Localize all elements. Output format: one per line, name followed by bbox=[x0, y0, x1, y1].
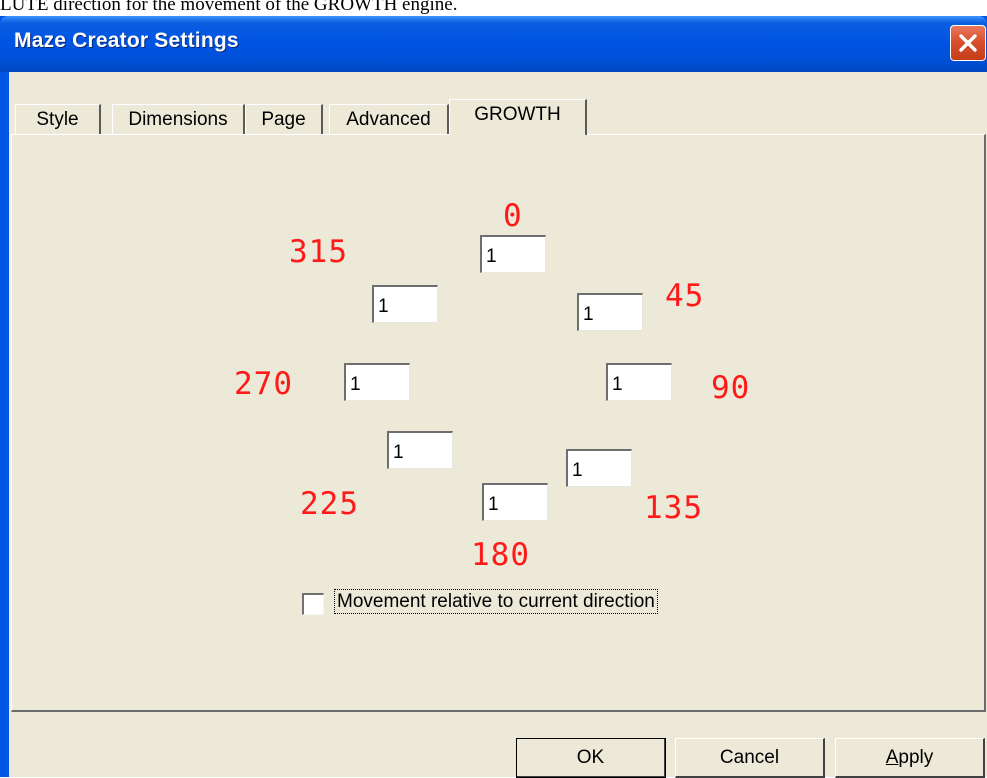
apply-mnemonic: A bbox=[885, 747, 899, 768]
apply-label-rest: pply bbox=[898, 747, 934, 768]
ok-button[interactable]: OK bbox=[516, 738, 666, 778]
close-button[interactable] bbox=[950, 25, 986, 61]
relative-movement-checkbox[interactable] bbox=[302, 593, 324, 615]
weight-input-0[interactable] bbox=[480, 235, 546, 273]
weight-input-90[interactable] bbox=[606, 363, 672, 401]
title-bar[interactable]: Maze Creator Settings bbox=[0, 16, 987, 72]
weight-input-270[interactable] bbox=[344, 363, 410, 401]
weight-input-45[interactable] bbox=[577, 293, 643, 331]
direction-label-90: 90 bbox=[711, 370, 751, 406]
direction-label-0: 0 bbox=[503, 198, 523, 234]
direction-label-180: 180 bbox=[471, 537, 530, 573]
cancel-button[interactable]: Cancel bbox=[675, 738, 825, 778]
direction-label-315: 315 bbox=[289, 234, 348, 270]
tab-page[interactable]: Page bbox=[245, 104, 323, 134]
weight-input-225[interactable] bbox=[387, 431, 453, 469]
weight-input-315[interactable] bbox=[372, 285, 438, 323]
tab-advanced[interactable]: Advanced bbox=[329, 104, 449, 134]
direction-label-270: 270 bbox=[234, 366, 293, 402]
settings-dialog: Maze Creator Settings Style Dimensions P… bbox=[0, 16, 987, 778]
weight-input-180[interactable] bbox=[482, 483, 548, 521]
dialog-client-area: Style Dimensions Page Advanced GROWTH 0 … bbox=[9, 72, 987, 778]
growth-tab-panel: 0 315 45 270 90 225 135 180 Movement rel… bbox=[11, 134, 986, 712]
tab-style[interactable]: Style bbox=[15, 104, 101, 134]
direction-label-45: 45 bbox=[665, 278, 705, 314]
direction-label-225: 225 bbox=[300, 486, 359, 522]
relative-movement-label[interactable]: Movement relative to current direction bbox=[334, 589, 658, 614]
close-icon bbox=[959, 34, 977, 52]
document-caption: LUTE direction for the movement of the G… bbox=[0, 0, 458, 15]
apply-button[interactable]: Apply bbox=[835, 738, 985, 778]
tab-growth[interactable]: GROWTH bbox=[449, 99, 587, 135]
tab-dimensions[interactable]: Dimensions bbox=[112, 104, 245, 134]
direction-label-135: 135 bbox=[644, 490, 703, 526]
window-title: Maze Creator Settings bbox=[14, 29, 239, 52]
weight-input-135[interactable] bbox=[566, 449, 632, 487]
